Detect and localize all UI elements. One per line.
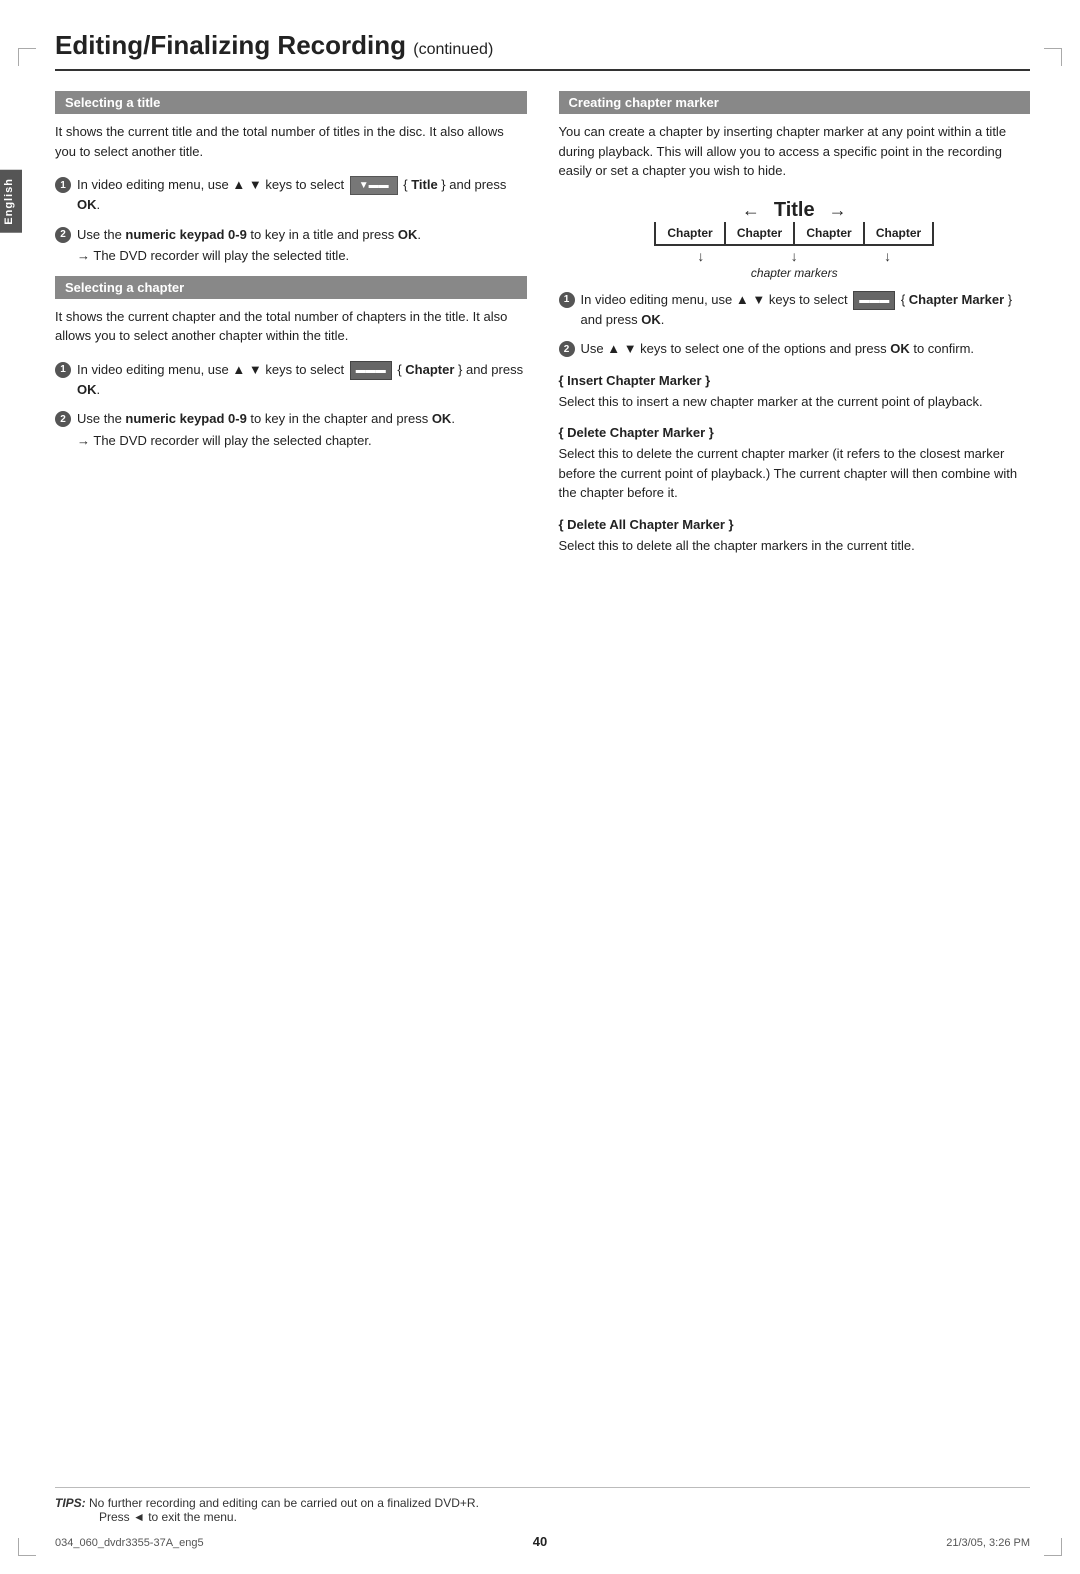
step-2-chapter-note: The DVD recorder will play the selected … — [77, 431, 527, 451]
chapter-cell-2: Chapter — [726, 222, 796, 244]
corner-mark-br — [1044, 1538, 1062, 1556]
col-right: Creating chapter marker You can create a… — [559, 91, 1031, 565]
insert-chapter-body: Select this to insert a new chapter mark… — [559, 392, 1031, 412]
step-2-chapter: 2 Use the numeric keypad 0-9 to key in t… — [55, 409, 527, 450]
step-ch-num-2: 2 — [55, 411, 71, 427]
delete-chapter-heading: { Delete Chapter Marker } — [559, 425, 1031, 440]
diagram-title-label: Title — [764, 199, 825, 222]
step-1-title-content: In video editing menu, use ▲ ▼ keys to s… — [77, 175, 527, 215]
step-num-2: 2 — [55, 227, 71, 243]
chapter-down-2: ↓ — [791, 248, 798, 264]
selecting-title-steps: 1 In video editing menu, use ▲ ▼ keys to… — [55, 175, 527, 266]
delete-all-chapter-body: Select this to delete all the chapter ma… — [559, 536, 1031, 556]
selecting-title-header: Selecting a title — [55, 91, 527, 114]
side-tab-english: English — [0, 170, 22, 233]
page-number: 40 — [533, 1534, 547, 1549]
step-ch-num-1: 1 — [55, 362, 71, 378]
step-1-title: 1 In video editing menu, use ▲ ▼ keys to… — [55, 175, 527, 215]
step-num-1: 1 — [55, 177, 71, 193]
creating-chapter-header: Creating chapter marker — [559, 91, 1031, 114]
step-1-cm-content: In video editing menu, use ▲ ▼ keys to s… — [581, 290, 1031, 330]
chapter-cell-1: Chapter — [656, 222, 726, 244]
chapter-icon-btn: ▬▬▬ — [350, 361, 392, 380]
delete-all-chapter-heading: { Delete All Chapter Marker } — [559, 517, 1031, 532]
chapter-down-3: ↓ — [884, 248, 891, 264]
chapter-cell-4: Chapter — [865, 222, 933, 244]
footer-left: 034_060_dvdr3355-37A_eng5 — [55, 1537, 204, 1549]
step-2-create-marker: 2 Use ▲ ▼ keys to select one of the opti… — [559, 339, 1031, 359]
step-2-title-content: Use the numeric keypad 0-9 to key in a t… — [77, 225, 527, 266]
step-2-title-note: The DVD recorder will play the selected … — [77, 246, 527, 266]
title-diagram: ← Title → Chapter Chapter Chapter Chapte… — [654, 199, 934, 280]
selecting-chapter-steps: 1 In video editing menu, use ▲ ▼ keys to… — [55, 360, 527, 451]
title-icon-btn: ▼▬▬ — [350, 176, 398, 195]
tips-line2: Press ◄ to exit the menu. — [99, 1510, 237, 1524]
chapter-row: Chapter Chapter Chapter Chapter — [654, 222, 934, 246]
corner-mark-tl — [18, 48, 36, 66]
chapter-marker-icon-btn: ▬▬▬ — [853, 291, 895, 310]
tips-section: TIPS: No further recording and editing c… — [55, 1487, 1030, 1524]
col-left: Selecting a title It shows the current t… — [55, 91, 527, 565]
page-title: Editing/Finalizing Recording (continued) — [55, 30, 1030, 71]
selecting-chapter-body: It shows the current chapter and the tot… — [55, 307, 527, 346]
title-arrow-row: ← Title → — [654, 199, 934, 222]
two-col-layout: Selecting a title It shows the current t… — [55, 91, 1030, 565]
tips-label: TIPS: — [55, 1496, 86, 1510]
chapter-cell-3: Chapter — [795, 222, 865, 244]
page-title-continued: (continued) — [413, 41, 493, 58]
delete-chapter-body: Select this to delete the current chapte… — [559, 444, 1031, 503]
step-1-chapter-content: In video editing menu, use ▲ ▼ keys to s… — [77, 360, 527, 400]
creating-chapter-steps: 1 In video editing menu, use ▲ ▼ keys to… — [559, 290, 1031, 359]
chapter-down-1: ↓ — [697, 248, 704, 264]
footer-right: 21/3/05, 3:26 PM — [946, 1537, 1030, 1549]
tips-line1: No further recording and editing can be … — [89, 1496, 479, 1510]
step-2-cm-content: Use ▲ ▼ keys to select one of the option… — [581, 339, 1031, 359]
arrow-right-icon: → — [829, 200, 847, 221]
step-1-create-marker: 1 In video editing menu, use ▲ ▼ keys to… — [559, 290, 1031, 330]
step-cm-num-1: 1 — [559, 292, 575, 308]
selecting-chapter-header: Selecting a chapter — [55, 276, 527, 299]
arrow-left-icon: ← — [742, 200, 760, 221]
corner-mark-bl — [18, 1538, 36, 1556]
main-content: Editing/Finalizing Recording (continued)… — [55, 30, 1030, 565]
page-title-text: Editing/Finalizing Recording — [55, 30, 406, 60]
step-2-chapter-content: Use the numeric keypad 0-9 to key in the… — [77, 409, 527, 450]
step-1-chapter: 1 In video editing menu, use ▲ ▼ keys to… — [55, 360, 527, 400]
creating-chapter-body: You can create a chapter by inserting ch… — [559, 122, 1031, 181]
chapter-markers-label: chapter markers — [654, 266, 934, 280]
insert-chapter-heading: { Insert Chapter Marker } — [559, 373, 1031, 388]
selecting-title-body: It shows the current title and the total… — [55, 122, 527, 161]
corner-mark-tr — [1044, 48, 1062, 66]
step-2-title: 2 Use the numeric keypad 0-9 to key in a… — [55, 225, 527, 266]
step-cm-num-2: 2 — [559, 341, 575, 357]
chapter-down-arrows: ↓ ↓ ↓ — [654, 246, 934, 264]
